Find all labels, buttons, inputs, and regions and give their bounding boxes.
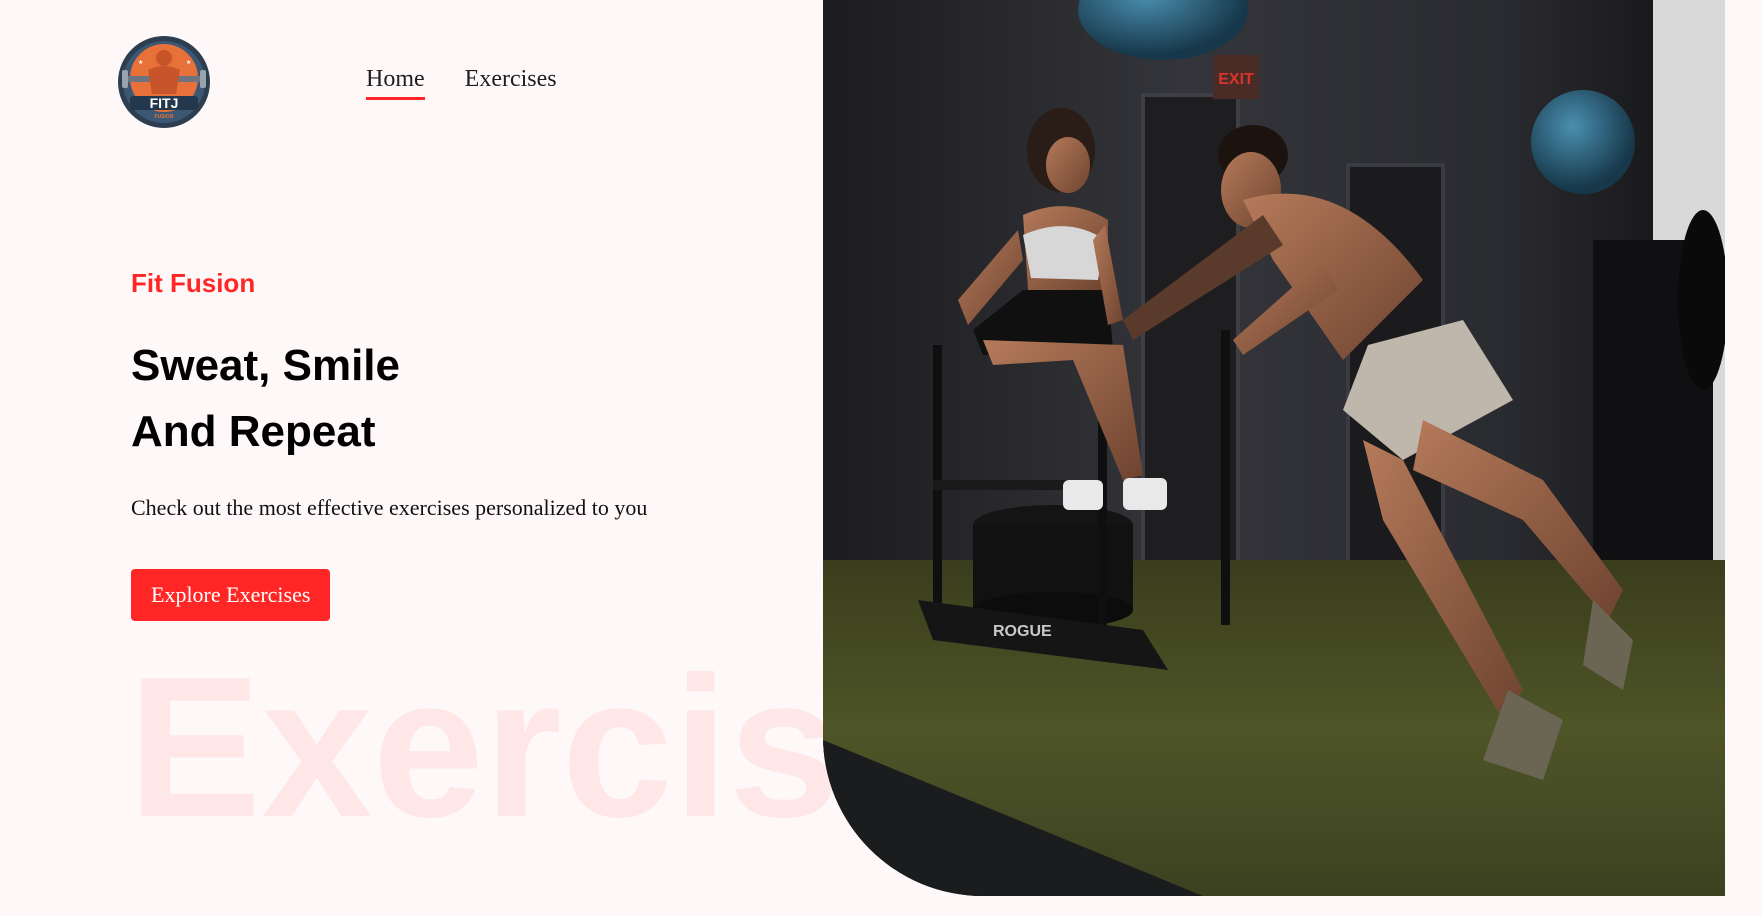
explore-exercises-button[interactable]: Explore Exercises [131, 569, 331, 621]
headline-line-2: And Repeat [131, 407, 376, 456]
hero-headline: Sweat, Smile And Repeat [131, 333, 647, 465]
star-icon: ★ [138, 59, 143, 66]
exit-sign-text: EXIT [1218, 71, 1254, 88]
headline-line-1: Sweat, Smile [131, 341, 401, 390]
sled-brand-text: ROGUE [993, 623, 1052, 640]
logo-text: FITJ [150, 95, 179, 111]
star-icon: ★ [186, 59, 191, 66]
brand-name: Fit Fusion [131, 268, 256, 298]
logo[interactable]: FITJ FUSION ★ ★ [116, 34, 212, 130]
hero-section: Fit Fusion Sweat, Smile And Repeat Check… [131, 268, 647, 621]
logo-emblem-icon: FITJ FUSION ★ ★ [118, 36, 210, 128]
background-watermark: Exercis [128, 636, 840, 859]
nav-link-home[interactable]: Home [366, 66, 425, 100]
hero-subtext: Check out the most effective exercises p… [131, 495, 648, 520]
logo-subtext: FUSION [155, 114, 174, 120]
main-nav: Home Exercises [366, 66, 557, 100]
gym-photo: EXIT ROGUE [823, 0, 1725, 896]
nav-link-exercises[interactable]: Exercises [465, 66, 557, 100]
hero-image: EXIT ROGUE [823, 0, 1725, 896]
